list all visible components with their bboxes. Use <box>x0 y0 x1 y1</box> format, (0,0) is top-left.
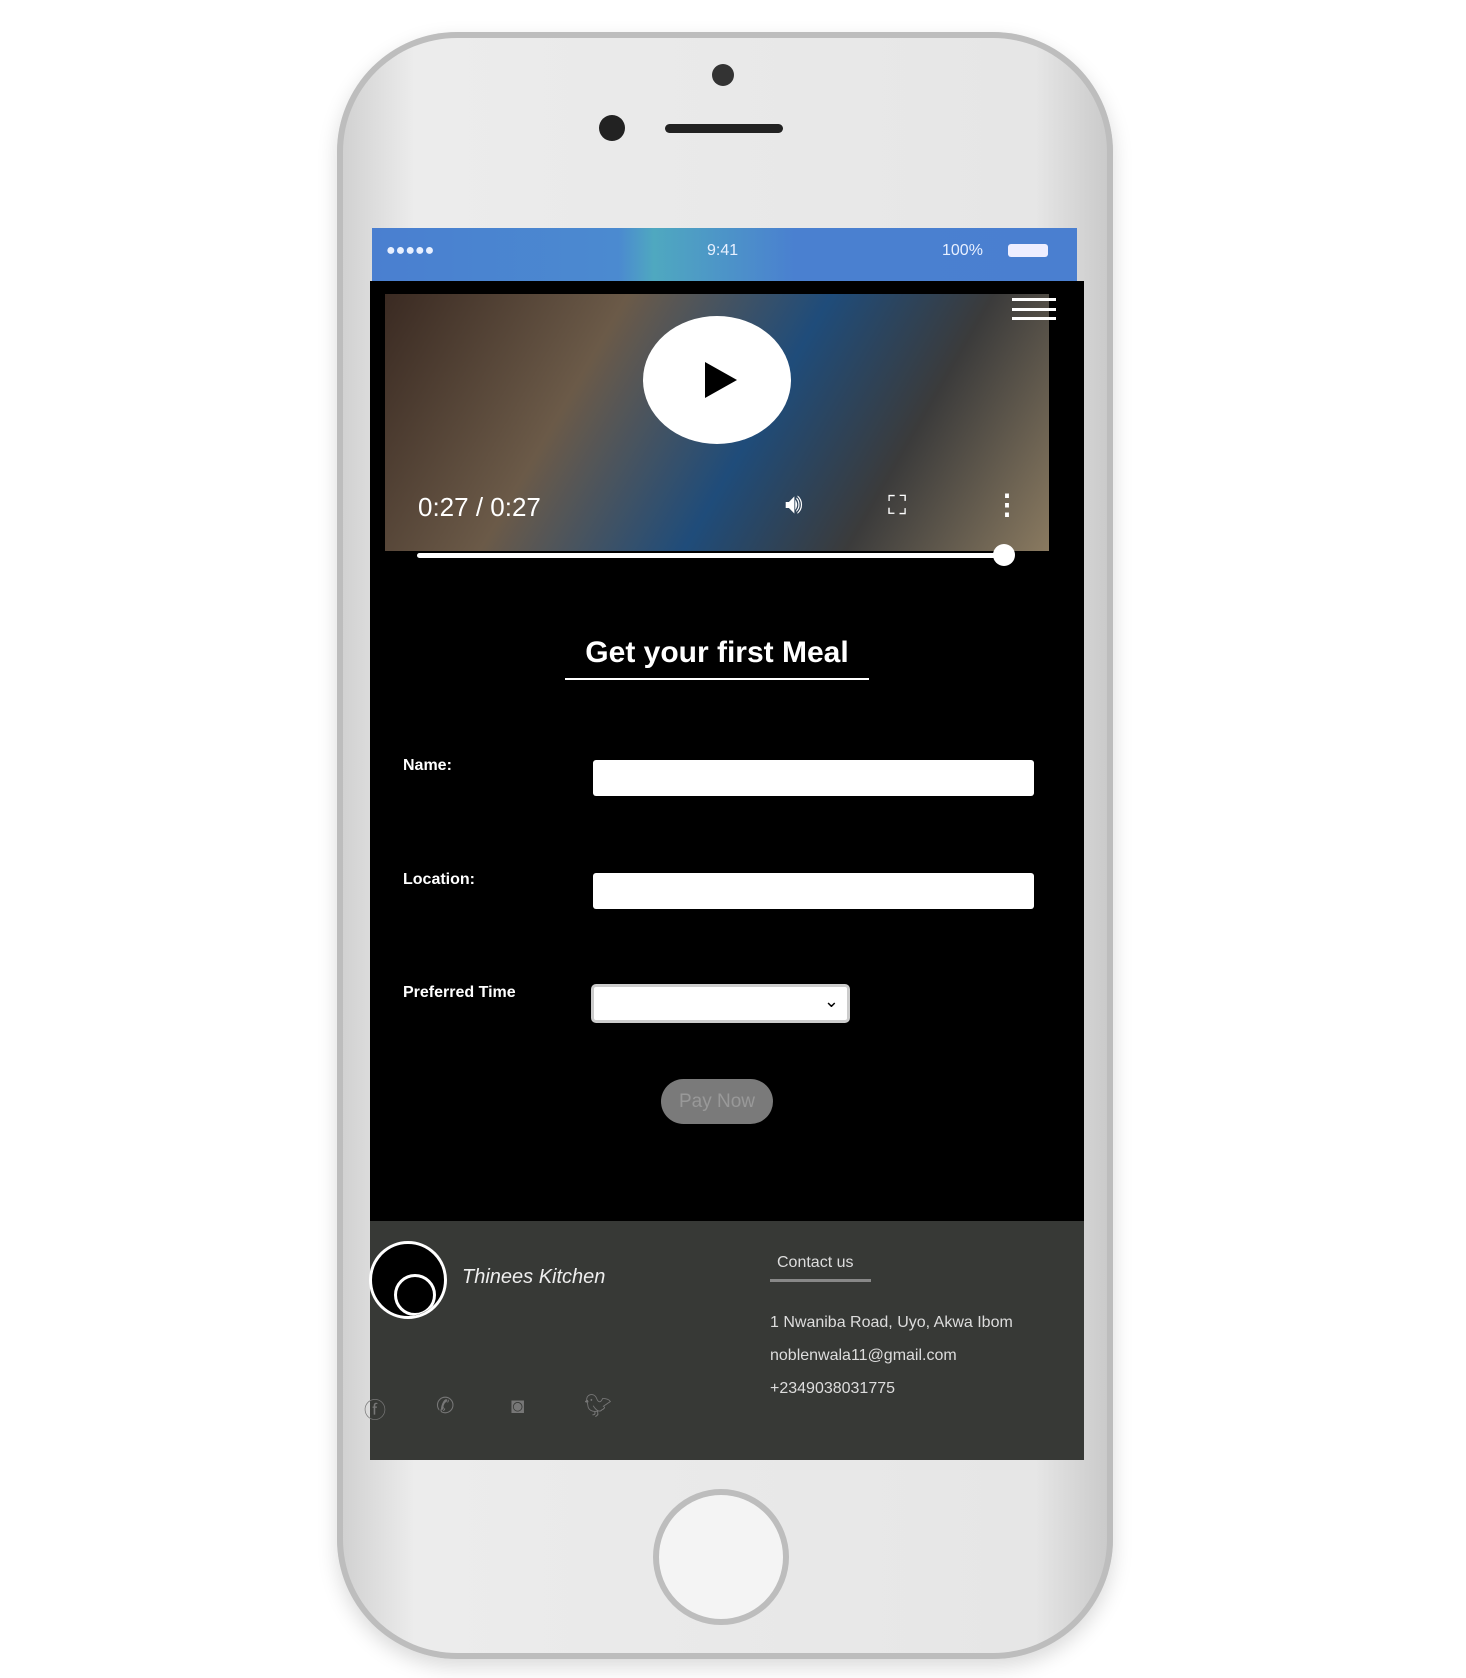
twitter-icon[interactable]: 🐦︎ <box>584 1393 612 1419</box>
video-player[interactable]: 0:27 / 0:27 🔊︎ ⛶ ⋮ <box>385 294 1049 551</box>
contact-phone[interactable]: +2349038031775 <box>770 1380 895 1398</box>
fullscreen-icon[interactable]: ⛶ <box>888 490 906 522</box>
whatsapp-icon[interactable]: ✆ <box>436 1393 454 1419</box>
location-input[interactable] <box>593 873 1034 909</box>
signal-icon: ●●●●● <box>386 242 435 259</box>
location-label: Location: <box>403 871 475 888</box>
contact-email[interactable]: noblenwala11@gmail.com <box>770 1347 957 1365</box>
video-time: 0:27 / 0:27 <box>418 492 541 522</box>
proximity-sensor <box>599 115 625 141</box>
video-progress-handle[interactable] <box>993 544 1015 566</box>
battery-icon <box>1008 244 1048 257</box>
battery-percent: 100% <box>942 242 983 259</box>
brand-logo <box>369 1241 447 1319</box>
instagram-icon[interactable]: ◙ <box>511 1393 524 1419</box>
menu-icon[interactable] <box>1012 298 1056 320</box>
form-title: Get your first Meal <box>585 636 849 669</box>
video-progress-bar[interactable] <box>417 553 1006 558</box>
name-input[interactable] <box>593 760 1034 796</box>
speaker <box>665 124 783 133</box>
more-options-icon[interactable]: ⋮ <box>993 488 1021 521</box>
name-label: Name: <box>403 757 452 774</box>
contact-underline <box>770 1279 871 1282</box>
brand-name: Thinees Kitchen <box>462 1266 606 1288</box>
play-icon <box>705 362 737 398</box>
clock: 9:41 <box>707 242 739 259</box>
contact-heading: Contact us <box>777 1254 854 1271</box>
pay-now-button[interactable]: Pay Now <box>661 1079 773 1124</box>
facebook-icon[interactable]: ⓕ <box>364 1393 386 1425</box>
preferred-time-select[interactable]: ⌄ <box>591 984 850 1023</box>
title-underline <box>565 678 869 680</box>
status-bar: ●●●●● 9:41 100% <box>372 228 1077 282</box>
front-camera <box>712 64 734 86</box>
volume-icon[interactable]: 🔊︎ <box>785 488 803 521</box>
chevron-down-icon: ⌄ <box>823 991 839 1011</box>
preferred-time-label: Preferred Time <box>403 984 516 1001</box>
footer: Thinees Kitchen Contact us 1 Nwaniba Roa… <box>364 1221 1084 1460</box>
home-button[interactable] <box>653 1489 789 1625</box>
contact-address: 1 Nwaniba Road, Uyo, Akwa Ibom <box>770 1314 1013 1331</box>
play-button[interactable] <box>643 316 791 444</box>
